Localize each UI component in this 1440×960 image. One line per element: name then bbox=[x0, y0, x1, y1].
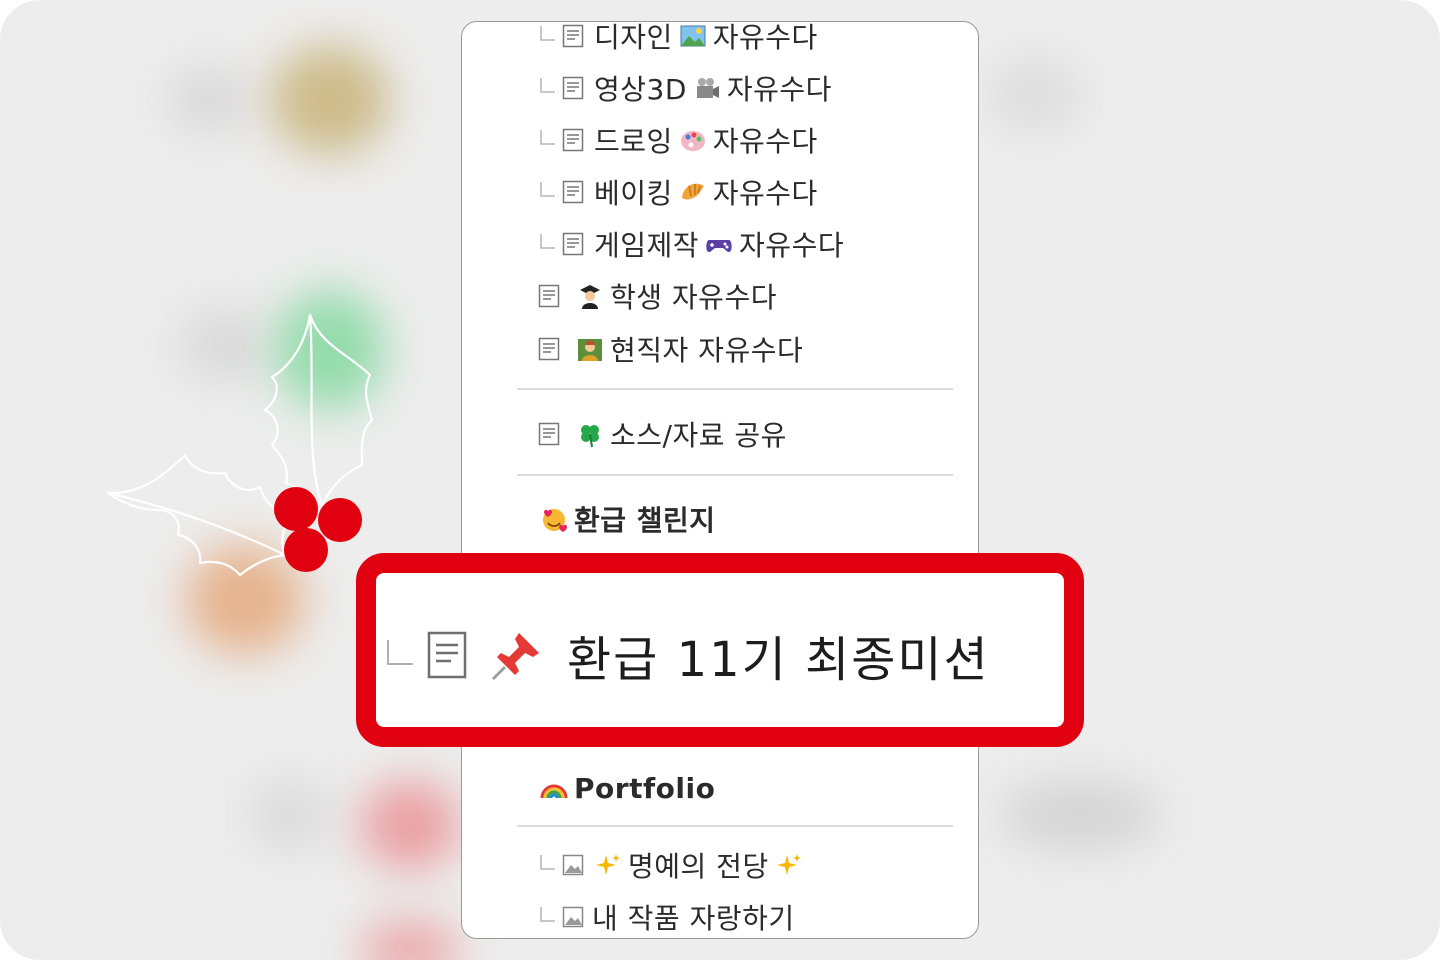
screenshot-frame: 디자인 자유수다 영상3D 자유수다 드로잉 자유수다 베이킹 자유수다 게임제… bbox=[0, 0, 1440, 960]
gallery-icon bbox=[562, 854, 584, 876]
sparkles-icon bbox=[776, 854, 801, 875]
gamepad-icon bbox=[706, 240, 732, 252]
menu-item-suffix: 자유수다 bbox=[712, 125, 818, 158]
menu-item-student[interactable]: 학생 자유수다 bbox=[538, 276, 777, 316]
holly-decoration-icon bbox=[106, 313, 374, 577]
student-icon bbox=[580, 285, 600, 309]
page-icon bbox=[562, 180, 584, 204]
menu-item-label: 내 작품 자랑하기 bbox=[592, 902, 795, 935]
page-icon bbox=[538, 337, 560, 361]
picture-icon bbox=[680, 25, 706, 47]
tree-branch-icon bbox=[540, 907, 555, 922]
section-refund-challenge[interactable]: 환급 챌린지 bbox=[540, 499, 716, 539]
sparkles-icon bbox=[596, 854, 620, 875]
tree-branch-icon bbox=[540, 130, 555, 145]
gallery-icon bbox=[562, 906, 584, 928]
tree-branch-icon bbox=[540, 855, 555, 870]
menu-item-label: 영상3D bbox=[594, 73, 687, 106]
page-icon bbox=[562, 232, 584, 256]
menu-item-design[interactable]: 디자인 자유수다 bbox=[538, 21, 818, 56]
menu-item-video3d[interactable]: 영상3D 자유수다 bbox=[538, 68, 832, 108]
menu-item-gamedev[interactable]: 게임제작 자유수다 bbox=[538, 224, 844, 264]
clover-icon bbox=[581, 425, 599, 448]
blurred-background bbox=[1000, 780, 1160, 850]
menu-item-drawing[interactable]: 드로잉 자유수다 bbox=[538, 120, 818, 160]
tree-branch-icon bbox=[387, 640, 413, 665]
menu-item-hall-of-fame[interactable]: 명예의 전당 bbox=[538, 845, 809, 885]
menu-item-suffix: 자유수다 bbox=[712, 21, 818, 54]
tree-branch-icon bbox=[540, 182, 555, 197]
highlighted-menu-item[interactable]: 환급 11기 최종미션 bbox=[385, 620, 990, 690]
section-label: 환급 챌린지 bbox=[574, 504, 716, 537]
blurred-background bbox=[170, 70, 250, 130]
menu-item-suffix: 자유수다 bbox=[739, 229, 845, 262]
section-portfolio[interactable]: Portfolio bbox=[540, 768, 715, 808]
berries bbox=[274, 487, 362, 572]
section-label: Portfolio bbox=[574, 771, 716, 805]
worker-icon bbox=[578, 339, 602, 361]
menu-item-baking[interactable]: 베이킹 자유수다 bbox=[538, 172, 818, 212]
blurred-background bbox=[360, 780, 460, 870]
menu-item-label: 게임제작 bbox=[594, 229, 700, 262]
tree-branch-icon bbox=[540, 234, 555, 249]
camera-icon bbox=[696, 78, 719, 98]
blurred-background bbox=[270, 45, 390, 155]
pushpin-icon bbox=[491, 633, 539, 681]
divider bbox=[517, 825, 953, 827]
page-icon bbox=[562, 76, 584, 100]
palette-icon bbox=[680, 131, 705, 151]
page-icon bbox=[562, 24, 584, 48]
menu-item-label: 디자인 bbox=[594, 21, 673, 54]
blurred-background bbox=[360, 920, 460, 960]
tree-branch-icon bbox=[540, 78, 555, 93]
menu-item-label: 소스/자료 공유 bbox=[610, 419, 787, 452]
menu-item-label: 현직자 자유수다 bbox=[610, 334, 804, 367]
tree-branch-icon bbox=[540, 26, 555, 41]
menu-item-label: 드로잉 bbox=[594, 125, 673, 158]
divider bbox=[517, 388, 953, 390]
menu-item-worker[interactable]: 현직자 자유수다 bbox=[538, 329, 803, 369]
menu-item-suffix: 자유수다 bbox=[726, 73, 832, 106]
blurred-background bbox=[990, 60, 1080, 130]
divider bbox=[517, 474, 953, 476]
page-icon bbox=[538, 422, 560, 446]
menu-item-label: 베이킹 bbox=[594, 177, 673, 210]
page-icon bbox=[538, 284, 560, 308]
rainbow-icon bbox=[540, 784, 568, 799]
page-icon bbox=[427, 631, 467, 679]
page-icon bbox=[562, 128, 584, 152]
menu-item-suffix: 자유수다 bbox=[712, 177, 818, 210]
menu-item-resources[interactable]: 소스/자료 공유 bbox=[538, 414, 787, 454]
menu-item-label: 학생 자유수다 bbox=[610, 281, 777, 314]
croissant-icon bbox=[681, 183, 704, 200]
blurred-background bbox=[250, 780, 330, 850]
sidebar-menu-panel: 디자인 자유수다 영상3D 자유수다 드로잉 자유수다 베이킹 자유수다 게임제… bbox=[461, 21, 979, 939]
highlighted-item-label: 환급 11기 최종미션 bbox=[567, 632, 990, 688]
menu-item-show-off[interactable]: 내 작품 자랑하기 bbox=[538, 897, 795, 937]
hearts-face-icon bbox=[543, 509, 567, 532]
menu-item-label: 명예의 전당 bbox=[628, 850, 769, 883]
